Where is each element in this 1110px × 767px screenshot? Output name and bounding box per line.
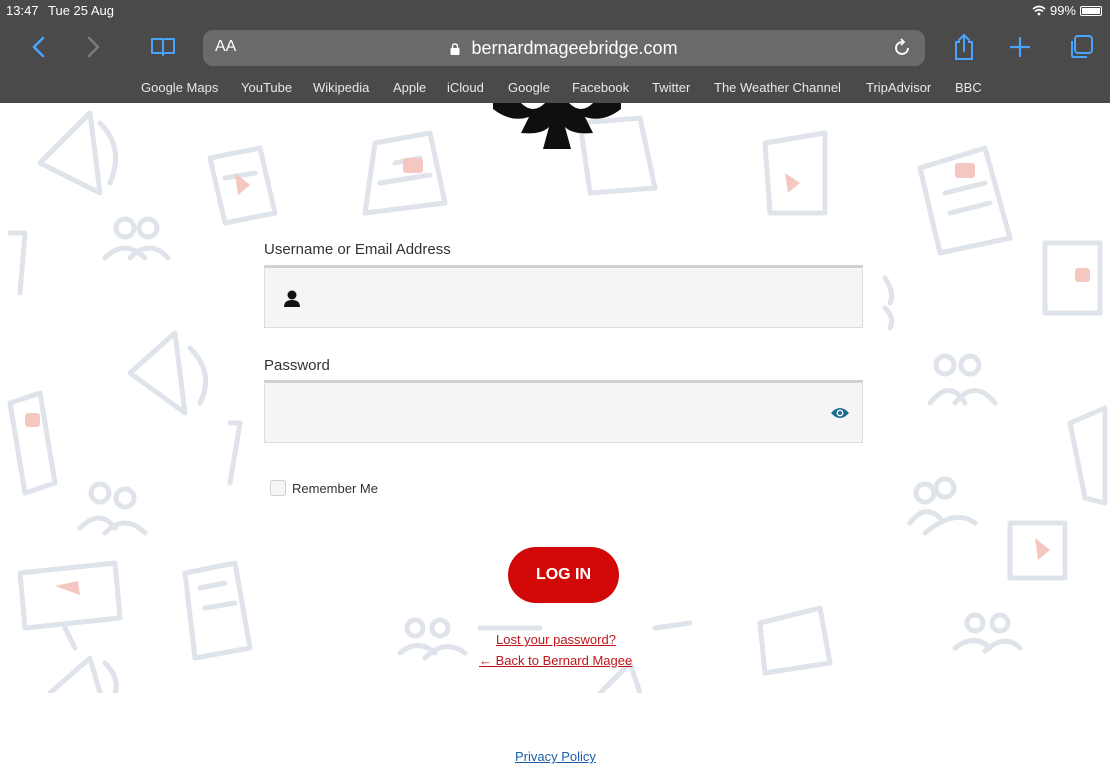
status-time: 13:47 (6, 3, 39, 18)
chevron-left-icon (32, 36, 45, 58)
site-logo (493, 103, 621, 149)
favorite-bbc[interactable]: BBC (955, 80, 982, 95)
favorite-weather-channel[interactable]: The Weather Channel (714, 80, 841, 95)
battery-percent: 99% (1049, 3, 1076, 18)
remember-me-checkbox[interactable] (270, 480, 286, 496)
favorite-twitter[interactable]: Twitter (652, 80, 690, 95)
back-button[interactable] (18, 22, 58, 72)
back-to-site-link[interactable]: ← Back to Bernard Magee (479, 653, 632, 668)
password-label: Password (264, 357, 330, 374)
status-date: Tue 25 Aug (48, 3, 115, 18)
share-button[interactable] (944, 22, 984, 72)
favorite-google[interactable]: Google (508, 80, 550, 95)
book-icon (151, 38, 175, 56)
password-input[interactable] (264, 380, 863, 443)
lost-password-link[interactable]: Lost your password? (496, 632, 616, 647)
login-button[interactable]: LOG IN (508, 547, 619, 603)
address-bar[interactable]: AA bernardmageebridge.com (203, 30, 925, 66)
favorite-icloud[interactable]: iCloud (447, 80, 484, 95)
eye-icon[interactable] (830, 406, 850, 420)
share-icon (955, 33, 973, 60)
url-display: bernardmageebridge.com (203, 38, 925, 59)
new-tab-button[interactable] (1000, 22, 1040, 72)
browser-toolbar: AA bernardmageebridge.com (0, 22, 1110, 72)
favorite-wikipedia[interactable]: Wikipedia (313, 80, 369, 95)
favorite-youtube[interactable]: YouTube (241, 80, 292, 95)
favorite-apple[interactable]: Apple (393, 80, 426, 95)
remember-me[interactable]: Remember Me (270, 480, 378, 496)
remember-me-label: Remember Me (292, 480, 378, 496)
favorite-google-maps[interactable]: Google Maps (141, 80, 218, 95)
battery-icon (1080, 5, 1102, 16)
username-label: Username or Email Address (264, 241, 451, 258)
favorite-tripadvisor[interactable]: TripAdvisor (866, 80, 931, 95)
username-input[interactable] (264, 265, 863, 328)
favorites-bar: Google Maps YouTube Wikipedia Apple iClo… (0, 72, 1110, 103)
chevron-right-icon (87, 36, 100, 58)
url-text: bernardmageebridge.com (471, 38, 678, 58)
status-bar: 13:47 Tue 25 Aug 99% (0, 0, 1110, 22)
browser-chrome: 13:47 Tue 25 Aug 99% AA bernardmageebrid… (0, 0, 1110, 103)
tabs-button[interactable] (1058, 22, 1104, 72)
reload-icon[interactable] (891, 37, 913, 59)
favorite-facebook[interactable]: Facebook (572, 80, 629, 95)
tabs-icon (1071, 35, 1093, 58)
login-page: Username or Email Address Password Remem… (0, 103, 1110, 767)
lock-icon (450, 43, 460, 55)
plus-icon (1009, 36, 1031, 58)
privacy-policy-link[interactable]: Privacy Policy (515, 749, 596, 764)
status-indicators: 99% (1032, 3, 1102, 18)
user-icon (284, 290, 300, 307)
forward-button[interactable] (74, 22, 114, 72)
bookmarks-button[interactable] (140, 22, 186, 72)
wifi-icon (1032, 5, 1046, 16)
